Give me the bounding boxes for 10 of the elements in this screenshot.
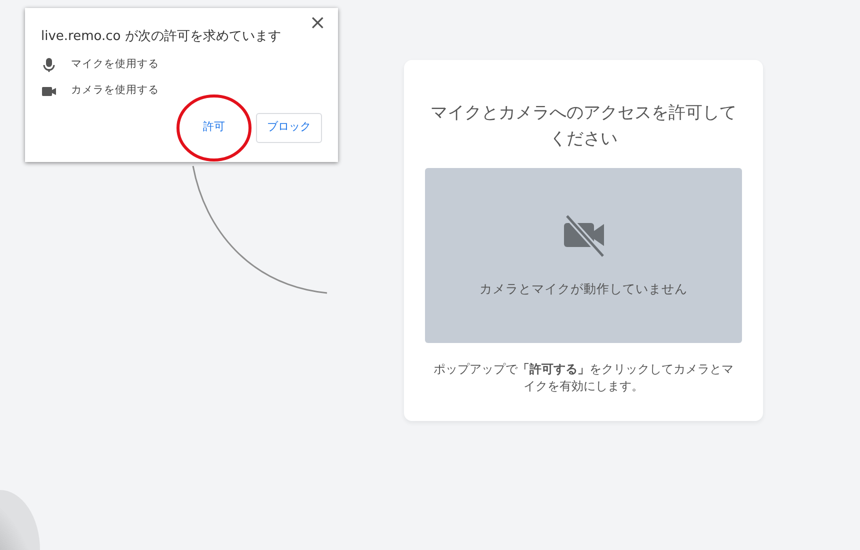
corner-shadow: [0, 490, 40, 550]
permission-label: マイクを使用する: [71, 56, 159, 72]
permission-label: カメラを使用する: [71, 82, 159, 98]
card-title: マイクとカメラへのアクセスを許可してください: [430, 102, 738, 151]
block-button[interactable]: ブロック: [256, 112, 322, 142]
close-button[interactable]: ×: [305, 10, 330, 34]
instruction-text: ポップアップで「許可する」をクリックしてカメラとマイクを有効にします。: [432, 361, 734, 395]
popup-title: live.remo.co が次の許可を求めています: [41, 28, 282, 46]
video-status-text: カメラとマイクが動作していません: [480, 280, 688, 298]
mic-icon: [41, 56, 57, 72]
